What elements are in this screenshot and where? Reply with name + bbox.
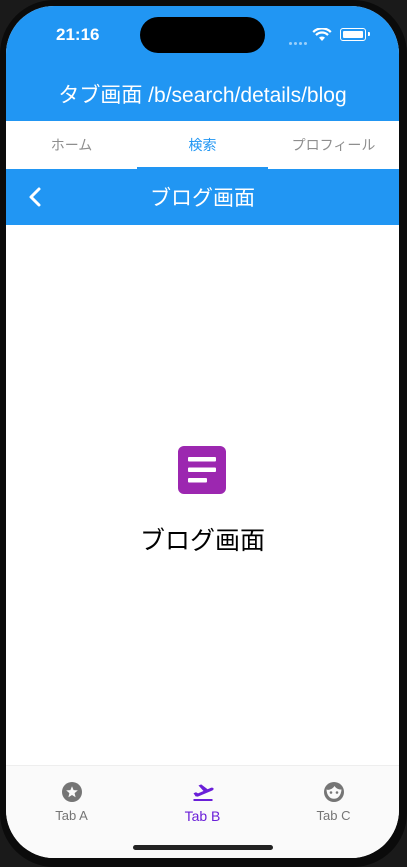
- tab-home[interactable]: ホーム: [6, 121, 137, 169]
- bottom-nav-tab-b[interactable]: Tab B: [137, 774, 268, 826]
- bottom-navigation: Tab A Tab B Tab C: [6, 765, 399, 858]
- article-icon: [178, 446, 226, 494]
- bottom-nav-tab-a[interactable]: Tab A: [6, 774, 137, 826]
- battery-tip: [368, 32, 370, 36]
- bottom-nav-label: Tab A: [55, 808, 88, 823]
- tab-search[interactable]: 検索: [137, 121, 268, 169]
- bottom-nav-label: Tab B: [184, 808, 221, 824]
- status-time: 21:16: [56, 25, 100, 44]
- bottom-nav-tab-c[interactable]: Tab C: [268, 774, 399, 826]
- status-bar: 21:16: [6, 6, 399, 66]
- app-bar: タブ画面 /b/search/details/blog: [6, 66, 399, 121]
- bottom-nav-label: Tab C: [316, 808, 351, 823]
- star-circle-icon: [62, 782, 82, 802]
- home-indicator[interactable]: [133, 845, 273, 850]
- dynamic-island: [140, 17, 265, 53]
- airplane-takeoff-icon: [193, 784, 214, 801]
- signal-icon: [289, 32, 311, 45]
- phone-frame: 21:16 タブ画面 /b/search/details/blog ホーム 検索…: [0, 0, 407, 867]
- face-icon: [324, 782, 344, 802]
- top-tab-bar: ホーム 検索 プロフィール: [6, 121, 399, 169]
- content-area: ブログ画面: [6, 225, 399, 765]
- screen: 21:16 タブ画面 /b/search/details/blog ホーム 検索…: [6, 6, 399, 858]
- back-chevron-icon[interactable]: [22, 183, 50, 211]
- app-bar-title: タブ画面 /b/search/details/blog: [58, 83, 347, 107]
- sub-app-bar-title: ブログ画面: [150, 187, 255, 210]
- tab-profile[interactable]: プロフィール: [268, 121, 399, 169]
- sub-app-bar: ブログ画面: [6, 169, 399, 225]
- battery-icon: [340, 28, 366, 41]
- wifi-icon: [312, 28, 332, 41]
- content-title: ブログ画面: [139, 527, 265, 555]
